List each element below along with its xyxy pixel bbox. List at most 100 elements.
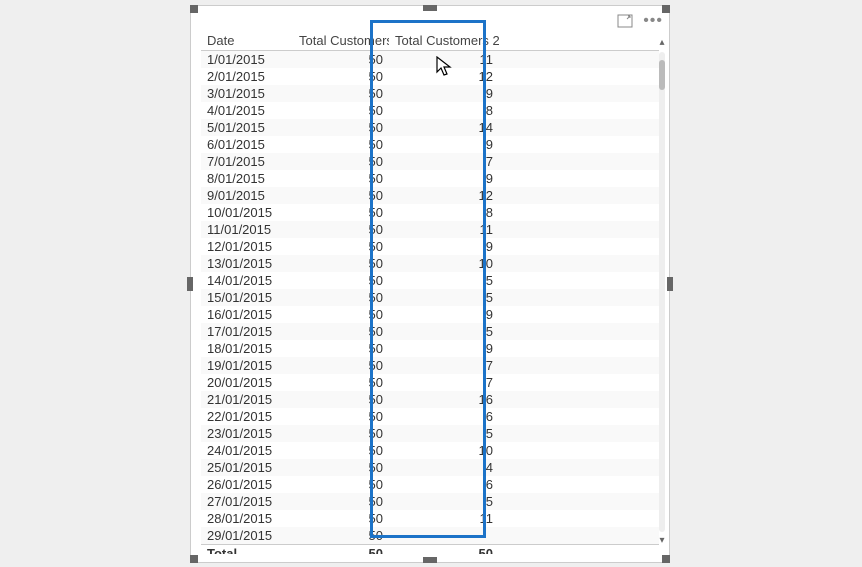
table-row[interactable]: 1/01/20155011 [201, 51, 659, 69]
cell-date: 25/01/2015 [201, 459, 293, 476]
cell-tc2 [389, 527, 499, 545]
cell-tc: 50 [293, 170, 389, 187]
cell-tc: 50 [293, 85, 389, 102]
table-row[interactable]: 25/01/2015504 [201, 459, 659, 476]
resize-handle-tr[interactable] [662, 5, 670, 13]
table-row[interactable]: 26/01/2015506 [201, 476, 659, 493]
cell-tc2: 12 [389, 187, 499, 204]
table-row[interactable]: 14/01/2015505 [201, 272, 659, 289]
resize-handle-br[interactable] [662, 555, 670, 563]
cell-tc: 50 [293, 68, 389, 85]
cell-tc: 50 [293, 272, 389, 289]
table-row[interactable]: 20/01/2015507 [201, 374, 659, 391]
more-options-icon[interactable]: ••• [643, 12, 663, 30]
table-row[interactable]: 2/01/20155012 [201, 68, 659, 85]
cell-tc2: 5 [389, 272, 499, 289]
scroll-thumb[interactable] [659, 60, 665, 90]
cell-tc: 50 [293, 323, 389, 340]
cell-date: 4/01/2015 [201, 102, 293, 119]
table-row[interactable]: 21/01/20155016 [201, 391, 659, 408]
resize-handle-tl[interactable] [190, 5, 198, 13]
table-row[interactable]: 22/01/2015506 [201, 408, 659, 425]
resize-handle-top[interactable] [423, 5, 437, 11]
cell-tc: 50 [293, 306, 389, 323]
cell-date: 22/01/2015 [201, 408, 293, 425]
cell-tc2: 10 [389, 255, 499, 272]
table-row[interactable]: 29/01/201550 [201, 527, 659, 545]
col-date-header[interactable]: Date [201, 32, 293, 51]
col-tc2-header[interactable]: Total Customers 2 [389, 32, 499, 51]
totals-row: Total 50 50 [201, 545, 659, 555]
cell-tc: 50 [293, 527, 389, 545]
table-row[interactable]: 24/01/20155010 [201, 442, 659, 459]
cell-tc2: 9 [389, 340, 499, 357]
resize-handle-left[interactable] [187, 277, 193, 291]
table-row[interactable]: 11/01/20155011 [201, 221, 659, 238]
vertical-scrollbar[interactable]: ▴ ▾ [657, 52, 667, 532]
table-row[interactable]: 28/01/20155011 [201, 510, 659, 527]
cell-tc: 50 [293, 204, 389, 221]
table-row[interactable]: 10/01/2015508 [201, 204, 659, 221]
table-row[interactable]: 18/01/2015509 [201, 340, 659, 357]
cell-date: 17/01/2015 [201, 323, 293, 340]
cell-tc: 50 [293, 476, 389, 493]
cell-tc: 50 [293, 408, 389, 425]
cell-date: 8/01/2015 [201, 170, 293, 187]
cell-date: 27/01/2015 [201, 493, 293, 510]
cell-tc: 50 [293, 136, 389, 153]
cell-tc2: 7 [389, 153, 499, 170]
table-row[interactable]: 23/01/2015505 [201, 425, 659, 442]
cell-tc2: 5 [389, 425, 499, 442]
cell-date: 28/01/2015 [201, 510, 293, 527]
table-row[interactable]: 8/01/2015509 [201, 170, 659, 187]
col-spacer [499, 32, 659, 51]
cell-tc2: 5 [389, 323, 499, 340]
cell-date: 12/01/2015 [201, 238, 293, 255]
cell-date: 15/01/2015 [201, 289, 293, 306]
table-row[interactable]: 27/01/2015505 [201, 493, 659, 510]
cell-tc2: 7 [389, 374, 499, 391]
table-row[interactable]: 12/01/2015509 [201, 238, 659, 255]
table-row[interactable]: 9/01/20155012 [201, 187, 659, 204]
cell-tc2: 8 [389, 204, 499, 221]
cell-tc: 50 [293, 238, 389, 255]
table-row[interactable]: 16/01/2015509 [201, 306, 659, 323]
resize-handle-right[interactable] [667, 277, 673, 291]
table-body-wrap: Date Total Customers Total Customers 2 1… [201, 32, 659, 554]
table-visual[interactable]: ••• Date Total Customers Total Customers… [190, 5, 670, 563]
col-tc-header[interactable]: Total Customers [293, 32, 389, 51]
resize-handle-bl[interactable] [190, 555, 198, 563]
table-row[interactable]: 6/01/2015509 [201, 136, 659, 153]
cell-tc2: 9 [389, 170, 499, 187]
scroll-track[interactable] [659, 52, 665, 532]
scroll-down-arrow-icon[interactable]: ▾ [657, 536, 667, 546]
cell-tc: 50 [293, 289, 389, 306]
matrix-table: Date Total Customers Total Customers 2 1… [201, 32, 659, 554]
cell-tc: 50 [293, 255, 389, 272]
cell-tc: 50 [293, 442, 389, 459]
cell-tc2: 8 [389, 102, 499, 119]
table-row[interactable]: 19/01/2015507 [201, 357, 659, 374]
table-row[interactable]: 4/01/2015508 [201, 102, 659, 119]
scroll-up-arrow-icon[interactable]: ▴ [657, 38, 667, 48]
cell-tc2: 9 [389, 136, 499, 153]
cell-date: 6/01/2015 [201, 136, 293, 153]
cell-tc2: 12 [389, 68, 499, 85]
table-row[interactable]: 3/01/2015509 [201, 85, 659, 102]
table-row[interactable]: 7/01/2015507 [201, 153, 659, 170]
table-row[interactable]: 17/01/2015505 [201, 323, 659, 340]
cell-date: 10/01/2015 [201, 204, 293, 221]
cell-tc: 50 [293, 391, 389, 408]
cell-date: 9/01/2015 [201, 187, 293, 204]
table-row[interactable]: 15/01/2015505 [201, 289, 659, 306]
cell-tc2: 6 [389, 476, 499, 493]
cell-date: 16/01/2015 [201, 306, 293, 323]
cell-tc2: 11 [389, 51, 499, 69]
cell-tc: 50 [293, 221, 389, 238]
table-row[interactable]: 5/01/20155014 [201, 119, 659, 136]
cell-date: 29/01/2015 [201, 527, 293, 545]
table-row[interactable]: 13/01/20155010 [201, 255, 659, 272]
header-row: Date Total Customers Total Customers 2 [201, 32, 659, 51]
focus-mode-icon[interactable] [617, 14, 633, 28]
resize-handle-bottom[interactable] [423, 557, 437, 563]
